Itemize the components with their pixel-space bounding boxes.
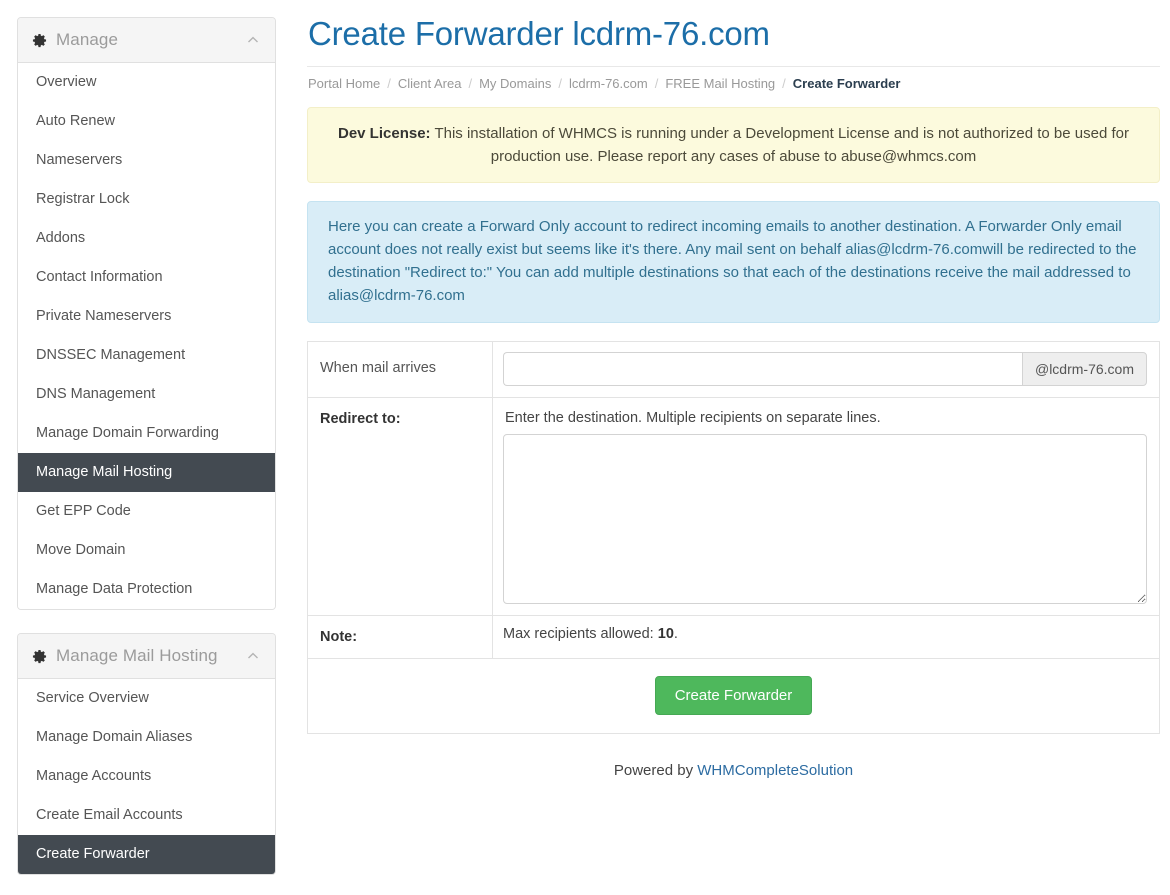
sidebar: Manage Overview Auto Renew Nameservers R… — [0, 0, 293, 895]
create-forwarder-button[interactable]: Create Forwarder — [654, 676, 813, 715]
sidebar-item-manage-mail-hosting[interactable]: Manage Mail Hosting — [18, 453, 275, 492]
table-row-submit: Create Forwarder — [307, 658, 1160, 734]
page-root: Manage Overview Auto Renew Nameservers R… — [0, 0, 1170, 895]
breadcrumb-separator: / — [782, 76, 786, 91]
sidebar-panel-mail-hosting: Manage Mail Hosting Service Overview Man… — [17, 633, 276, 875]
redirect-to-helper-text: Enter the destination. Multiple recipien… — [505, 410, 881, 426]
breadcrumb: Portal Home / Client Area / My Domains / lcdrm… — [307, 66, 1160, 91]
breadcrumb-item-client-area[interactable]: Client Area — [398, 76, 462, 91]
redirect-to-label: Redirect to: — [307, 397, 493, 616]
sidebar-item-private-nameservers[interactable]: Private Nameservers — [18, 297, 275, 336]
when-mail-arrives-cell: @lcdrm-76.com — [492, 341, 1160, 398]
sidebar-item-manage-accounts[interactable]: Manage Accounts — [18, 757, 275, 796]
sidebar-item-contact-information[interactable]: Contact Information — [18, 258, 275, 297]
chevron-up-icon[interactable] — [245, 648, 261, 664]
sidebar-item-dnssec-management[interactable]: DNSSEC Management — [18, 336, 275, 375]
sidebar-panel-manage-title: Manage — [56, 30, 119, 49]
note-cell: Max recipients allowed: 10. — [492, 615, 1160, 659]
sidebar-item-registrar-lock[interactable]: Registrar Lock — [18, 180, 275, 219]
breadcrumb-item-free-mail-hosting[interactable]: FREE Mail Hosting — [665, 76, 775, 91]
gear-icon — [32, 649, 47, 664]
note-label: Note: — [307, 615, 493, 659]
breadcrumb-item-my-domains[interactable]: My Domains — [479, 76, 551, 91]
sidebar-item-move-domain[interactable]: Move Domain — [18, 531, 275, 570]
dev-license-alert-strong: Dev License: — [338, 125, 431, 142]
footer-link-whmcs[interactable]: WHMCompleteSolution — [697, 762, 853, 779]
sidebar-item-create-forwarder[interactable]: Create Forwarder — [18, 835, 275, 874]
page-title: Create Forwarder lcdrm-76.com — [308, 15, 770, 52]
breadcrumb-separator: / — [558, 76, 562, 91]
domain-addon: @lcdrm-76.com — [1021, 352, 1147, 386]
breadcrumb-item-portal-home[interactable]: Portal Home — [308, 76, 380, 91]
sidebar-item-dns-management[interactable]: DNS Management — [18, 375, 275, 414]
breadcrumb-separator: / — [654, 76, 659, 91]
sidebar-item-create-email-accounts[interactable]: Create Email Accounts — [18, 796, 275, 835]
dev-license-alert-text: This installation of WHMCS is running un… — [430, 125, 1129, 165]
note-text-suffix: . — [673, 626, 678, 642]
info-alert: Here you can create a Forward Only accou… — [307, 201, 1160, 323]
note-text-prefix: Max recipients allowed: — [503, 626, 658, 642]
sidebar-nav-mail-hosting: Service Overview Manage Domain Aliases M… — [18, 679, 275, 874]
info-alert-text: Here you can create a Forward Only accou… — [328, 218, 1137, 304]
table-row-when-mail-arrives: When mail arrives @lcdrm-76.com — [307, 341, 1160, 398]
breadcrumb-item-current: Create Forwarder — [792, 76, 901, 91]
sidebar-item-auto-renew[interactable]: Auto Renew — [18, 102, 275, 141]
sidebar-item-nameservers[interactable]: Nameservers — [18, 141, 275, 180]
breadcrumb-separator: / — [387, 76, 391, 91]
breadcrumb-item-domain[interactable]: lcdrm-76.com — [569, 76, 648, 91]
destination-textarea[interactable] — [503, 434, 1147, 604]
sidebar-panel-manage: Manage Overview Auto Renew Nameservers R… — [17, 17, 276, 610]
gear-icon — [32, 33, 47, 48]
sidebar-item-manage-data-protection[interactable]: Manage Data Protection — [18, 570, 275, 609]
note-max-recipients: 10 — [657, 626, 674, 642]
sidebar-item-manage-domain-forwarding[interactable]: Manage Domain Forwarding — [18, 414, 275, 453]
main-content: Create Forwarder lcdrm-76.com Portal Hom… — [293, 0, 1170, 779]
alias-input-group: @lcdrm-76.com — [503, 352, 1147, 386]
sidebar-nav-manage: Overview Auto Renew Nameservers Registra… — [18, 63, 275, 609]
create-forwarder-form: When mail arrives @lcdrm-76.com Redirect… — [307, 341, 1160, 734]
table-row-note: Note: Max recipients allowed: 10. — [307, 615, 1160, 659]
sidebar-panel-mail-hosting-title: Manage Mail Hosting — [56, 646, 218, 665]
footer-prefix: Powered by — [613, 762, 698, 779]
sidebar-item-manage-domain-aliases[interactable]: Manage Domain Aliases — [18, 718, 275, 757]
sidebar-item-overview[interactable]: Overview — [18, 63, 275, 102]
dev-license-alert: Dev License: This installation of WHMCS … — [307, 107, 1160, 183]
redirect-to-cell: Enter the destination. Multiple recipien… — [492, 397, 1160, 616]
sidebar-item-addons[interactable]: Addons — [18, 219, 275, 258]
alias-input[interactable] — [503, 352, 1022, 386]
sidebar-item-service-overview[interactable]: Service Overview — [18, 679, 275, 718]
sidebar-panel-mail-hosting-header[interactable]: Manage Mail Hosting — [18, 634, 275, 679]
when-mail-arrives-label: When mail arrives — [307, 341, 493, 398]
sidebar-item-get-epp-code[interactable]: Get EPP Code — [18, 492, 275, 531]
sidebar-panel-manage-header[interactable]: Manage — [18, 18, 275, 63]
submit-cell: Create Forwarder — [307, 658, 1160, 734]
chevron-up-icon[interactable] — [245, 32, 261, 48]
footer: Powered by WHMCompleteSolution — [307, 760, 1160, 779]
breadcrumb-separator: / — [468, 76, 473, 91]
table-row-redirect-to: Redirect to: Enter the destination. Mult… — [307, 397, 1160, 616]
